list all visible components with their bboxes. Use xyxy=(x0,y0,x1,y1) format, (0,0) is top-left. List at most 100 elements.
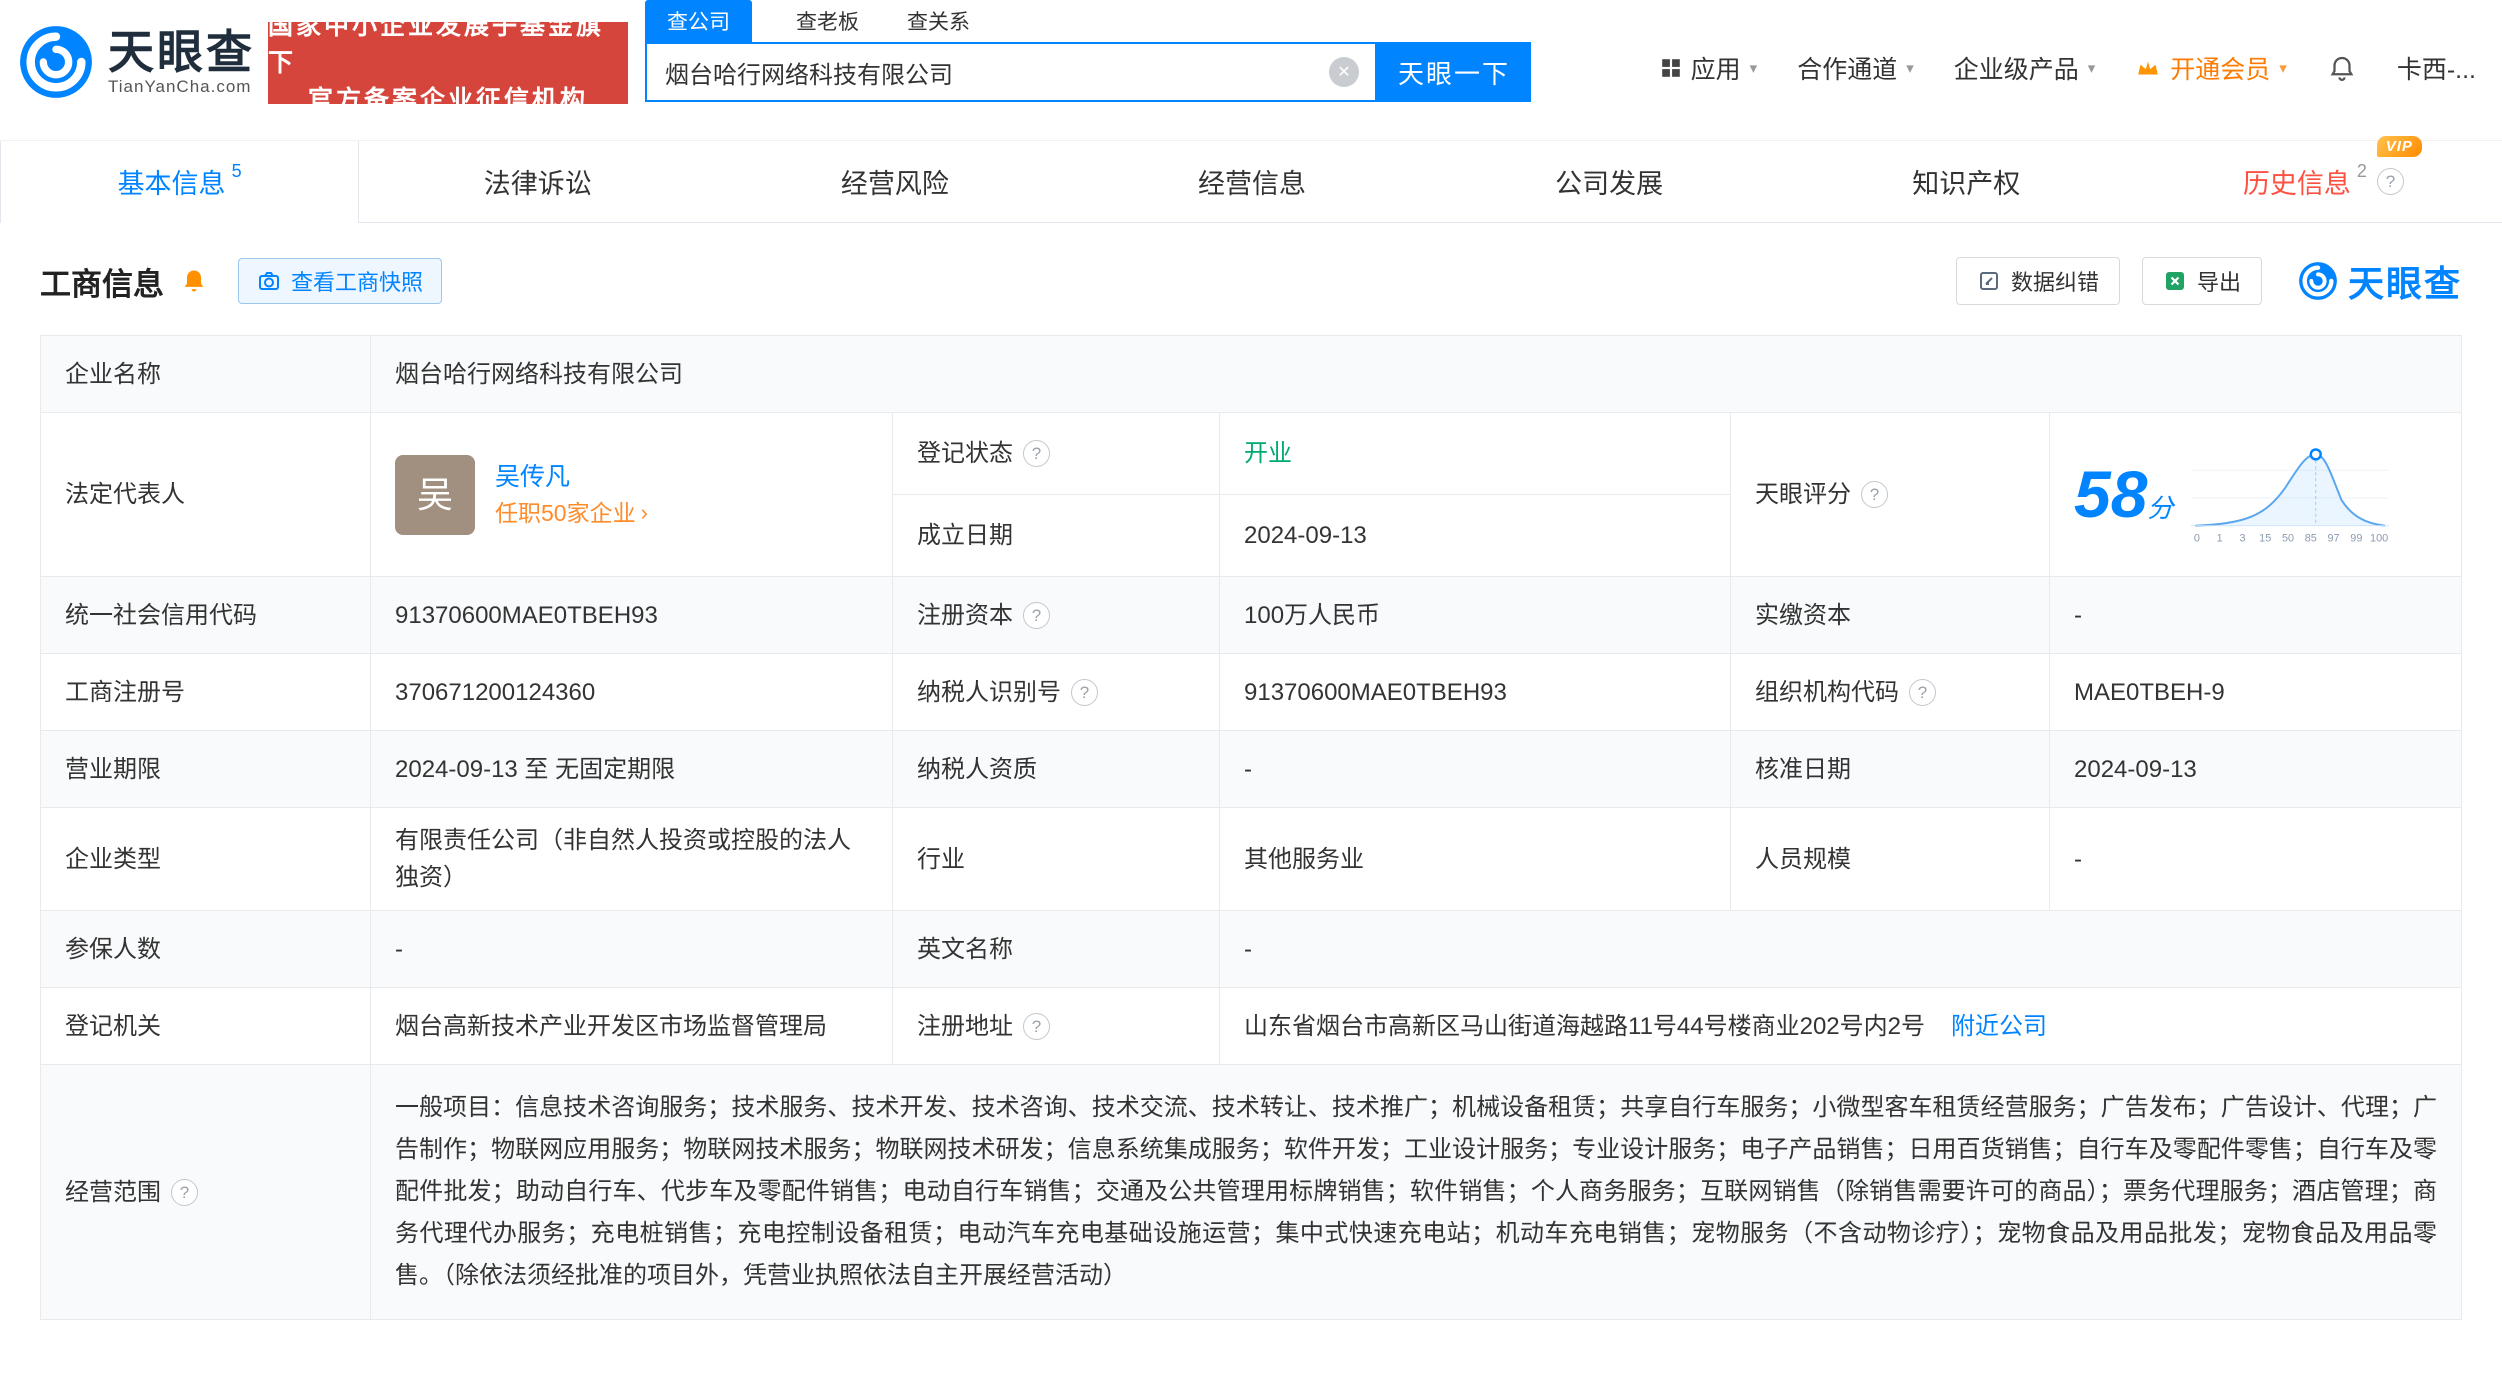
field-value-company-type: 有限责任公司（非自然人投资或控股的法人独资） xyxy=(371,808,893,911)
clear-search-icon[interactable]: ✕ xyxy=(1329,57,1359,87)
org-code-label-text: 组织机构代码 xyxy=(1755,674,1899,711)
svg-text:1: 1 xyxy=(2217,532,2223,544)
field-label-reg-number: 工商注册号 xyxy=(41,654,371,731)
nav-enterprise[interactable]: 企业级产品 ▾ xyxy=(1954,50,2096,86)
excel-icon xyxy=(2163,269,2187,293)
svg-text:97: 97 xyxy=(2328,532,2340,544)
field-label-english-name: 英文名称 xyxy=(893,911,1220,988)
field-label-credit-code: 统一社会信用代码 xyxy=(41,577,371,654)
score-number-block: 58分 xyxy=(2074,461,2173,528)
brand-watermark-text: 天眼查 xyxy=(2348,255,2462,307)
data-correction-button[interactable]: 数据纠错 xyxy=(1956,257,2120,305)
taxpayer-id-label-text: 纳税人识别号 xyxy=(917,674,1061,711)
field-label-business-scope: 经营范围 ? xyxy=(41,1065,371,1319)
field-value-reg-capital: 100万人民币 xyxy=(1220,577,1731,654)
chevron-down-icon: ▾ xyxy=(2279,59,2287,77)
field-value-approval-date: 2024-09-13 xyxy=(2050,731,2461,808)
camera-icon xyxy=(257,269,281,293)
tianyancha-logo[interactable]: 天眼查 TianYanCha.com xyxy=(18,24,255,100)
field-value-reg-number: 370671200124360 xyxy=(371,654,893,731)
field-value-taxpayer-id: 91370600MAE0TBEH93 xyxy=(1220,654,1731,731)
bell-icon xyxy=(2327,53,2357,83)
field-value-score: 58分 0 1 3 15 50 85 97 99 xyxy=(2050,413,2461,577)
business-info-table: 企业名称 烟台哈行网络科技有限公司 法定代表人 吴 吴传凡 任职50家企业 › … xyxy=(40,335,2462,1320)
field-label-industry: 行业 xyxy=(893,808,1220,911)
tab-intellectual-property-label: 知识产权 xyxy=(1912,162,2020,201)
svg-text:99: 99 xyxy=(2351,532,2363,544)
help-icon[interactable]: ? xyxy=(1909,679,1936,706)
field-value-credit-code: 91370600MAE0TBEH93 xyxy=(371,577,893,654)
nav-partner[interactable]: 合作通道 ▾ xyxy=(1797,50,1914,86)
tab-history-info-count: 2 xyxy=(2357,161,2367,182)
tab-intellectual-property[interactable]: 知识产权 xyxy=(1788,141,2145,222)
help-icon[interactable]: ? xyxy=(1023,440,1050,467)
notification-bell-icon[interactable] xyxy=(2327,53,2357,83)
user-menu[interactable]: 卡西-... xyxy=(2397,50,2476,86)
tab-business-risk[interactable]: 经营风险 xyxy=(716,141,1073,222)
export-button[interactable]: 导出 xyxy=(2142,257,2262,305)
top-header: 天眼查 TianYanCha.com 国家中小企业发展子基金旗下 官方备案企业征… xyxy=(0,0,2502,140)
help-icon[interactable]: ? xyxy=(171,1179,198,1206)
nav-open-vip[interactable]: 开通会员 ▾ xyxy=(2135,50,2287,86)
svg-text:85: 85 xyxy=(2305,532,2317,544)
score-unit: 分 xyxy=(2147,493,2173,523)
table-row: 登记机关 烟台高新技术产业开发区市场监督管理局 注册地址 ? 山东省烟台市高新区… xyxy=(41,988,2461,1065)
nav-apps[interactable]: 应用 ▾ xyxy=(1660,50,1758,86)
tab-business-info[interactable]: 经营信息 xyxy=(1073,141,1430,222)
field-label-insured-count: 参保人数 xyxy=(41,911,371,988)
monitor-bell-icon[interactable] xyxy=(180,267,208,295)
edit-icon xyxy=(1977,269,2001,293)
field-value-paid-capital: - xyxy=(2050,577,2461,654)
tab-basic-info-label: 基本信息 xyxy=(118,162,226,201)
search-button[interactable]: 天眼一下 xyxy=(1377,42,1531,102)
svg-text:100: 100 xyxy=(2370,532,2388,544)
nav-vip-label: 开通会员 xyxy=(2170,50,2270,86)
tianyancha-watermark-icon xyxy=(2298,261,2338,301)
logo-title: 天眼查 xyxy=(108,27,255,78)
help-icon[interactable]: ? xyxy=(1071,679,1098,706)
nearby-companies-link[interactable]: 附近公司 xyxy=(1951,1008,2047,1045)
field-value-taxpayer-quality: - xyxy=(1220,731,1731,808)
field-label-paid-capital: 实缴资本 xyxy=(1731,577,2050,654)
tab-basic-info[interactable]: 基本信息 5 xyxy=(0,141,359,222)
tianyancha-logo-icon xyxy=(18,24,94,100)
legal-rep-positions-link[interactable]: 任职50家企业 › xyxy=(495,500,648,528)
field-label-reg-status: 登记状态 ? xyxy=(893,413,1220,495)
field-value-english-name: - xyxy=(1220,911,2461,988)
search-tab-boss[interactable]: 查老板 xyxy=(792,0,863,42)
tab-basic-info-count: 5 xyxy=(232,161,242,182)
field-label-reg-capital: 注册资本 ? xyxy=(893,577,1220,654)
table-row: 企业类型 有限责任公司（非自然人投资或控股的法人独资） 行业 其他服务业 人员规… xyxy=(41,808,2461,911)
field-label-taxpayer-id: 纳税人识别号 ? xyxy=(893,654,1220,731)
section-toolbar: 工商信息 查看工商快照 数据纠错 导出 天眼查 xyxy=(0,223,2502,335)
chevron-down-icon: ▾ xyxy=(2088,59,2096,77)
field-label-staff-size: 人员规模 xyxy=(1731,808,2050,911)
snapshot-button[interactable]: 查看工商快照 xyxy=(238,258,442,304)
search-tab-relation[interactable]: 查关系 xyxy=(903,0,974,42)
chevron-down-icon: ▾ xyxy=(1750,59,1758,77)
help-icon[interactable]: ? xyxy=(1023,1013,1050,1040)
field-label-org-code: 组织机构代码 ? xyxy=(1731,654,2050,731)
tab-company-development-label: 公司发展 xyxy=(1555,162,1663,201)
tab-history-info[interactable]: 历史信息 2 ? VIP xyxy=(2145,141,2502,222)
gov-badge-line1: 国家中小企业发展子基金旗下 xyxy=(268,8,628,82)
help-icon[interactable]: ? xyxy=(2377,168,2404,195)
tab-company-development[interactable]: 公司发展 xyxy=(1431,141,1788,222)
data-correction-label: 数据纠错 xyxy=(2011,265,2099,297)
field-value-industry: 其他服务业 xyxy=(1220,808,1731,911)
tab-business-risk-label: 经营风险 xyxy=(841,162,949,201)
field-value-reg-address: 山东省烟台市高新区马山街道海越路11号44号楼商业202号内2号 附近公司 xyxy=(1220,988,2461,1065)
search-box: ✕ xyxy=(645,42,1377,102)
legal-rep-avatar[interactable]: 吴 xyxy=(395,455,475,535)
search-tab-company[interactable]: 查公司 xyxy=(645,0,752,42)
tab-legal-litigation[interactable]: 法律诉讼 xyxy=(359,141,716,222)
help-icon[interactable]: ? xyxy=(1023,602,1050,629)
tab-history-info-label: 历史信息 xyxy=(2243,162,2351,201)
search-input[interactable] xyxy=(647,44,1375,100)
help-icon[interactable]: ? xyxy=(1861,481,1888,508)
field-label-approval-date: 核准日期 xyxy=(1731,731,2050,808)
top-nav: 应用 ▾ 合作通道 ▾ 企业级产品 ▾ 开通会员 ▾ 卡西-... xyxy=(1660,50,2476,86)
reg-capital-label-text: 注册资本 xyxy=(917,597,1013,634)
legal-rep-name-link[interactable]: 吴传凡 xyxy=(495,462,648,492)
reg-address-text: 山东省烟台市高新区马山街道海越路11号44号楼商业202号内2号 xyxy=(1244,1008,1925,1045)
